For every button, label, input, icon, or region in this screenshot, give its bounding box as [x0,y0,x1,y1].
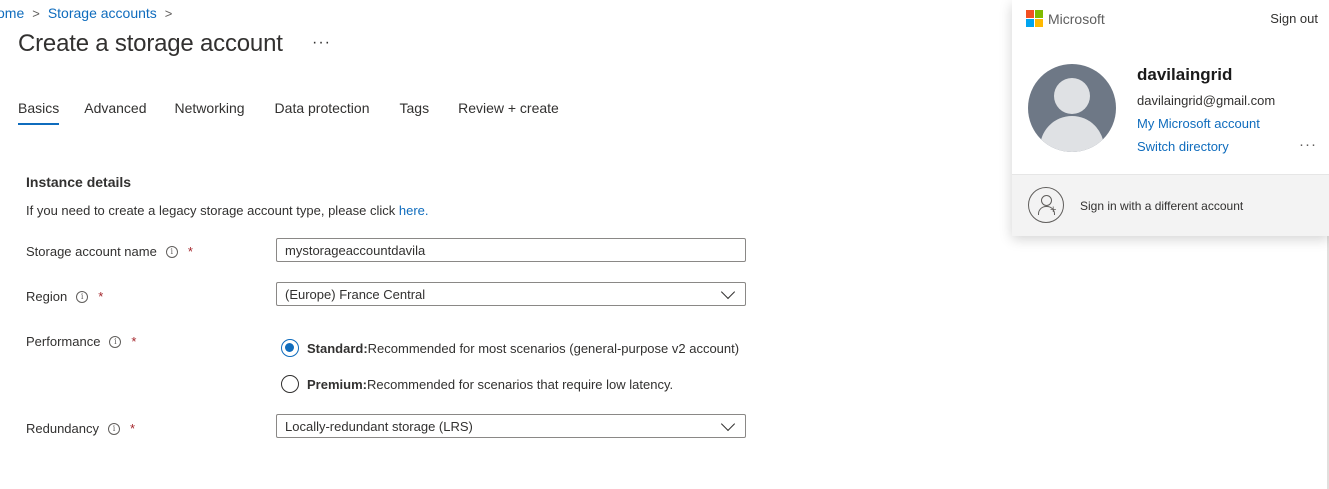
required-mark: * [187,244,193,259]
info-icon[interactable]: i [165,245,178,258]
redundancy-label-text: Redundancy [26,421,99,436]
breadcrumb: ome > Storage accounts > [0,5,180,21]
logo-square-yellow [1035,19,1043,27]
more-options-button[interactable]: ··· [1299,136,1317,153]
avatar-body [1040,116,1104,152]
microsoft-logo-icon [1026,10,1043,27]
tab-advanced[interactable]: Advanced [84,100,146,124]
standard-title: Standard: [307,340,368,356]
premium-description: Recommended for scenarios that require l… [366,376,674,392]
page-title: Create a storage account [18,30,283,57]
redundancy-select[interactable]: Locally-redundant storage (LRS) [276,414,746,438]
switch-directory-link[interactable]: Switch directory [1137,139,1229,154]
region-label: Region i * [26,289,103,304]
info-icon[interactable]: i [76,290,89,303]
tab-networking[interactable]: Networking [175,100,245,124]
logo-square-red [1026,10,1034,18]
standard-description: Recommended for most scenarios (general-… [367,340,740,356]
performance-standard-option[interactable]: Standard: Recommended for most scenarios… [281,339,739,357]
user-email: davilaingrid@gmail.com [1137,93,1276,108]
chevron-right-icon: > [164,6,173,21]
tab-review-create[interactable]: Review + create [458,100,559,124]
region-value: (Europe) France Central [285,286,426,302]
section-title: Instance details [26,174,132,190]
region-select[interactable]: (Europe) France Central [276,282,746,306]
breadcrumb-storage-accounts[interactable]: Storage accounts [48,5,157,21]
required-mark: * [98,289,104,304]
add-person-icon: + [1028,187,1064,223]
storage-name-label-text: Storage account name [26,244,157,259]
performance-premium-option[interactable]: Premium: Recommended for scenarios that … [281,375,673,393]
tab-data-protection[interactable]: Data protection [275,100,370,124]
more-actions-button[interactable]: ··· [312,34,331,52]
sign-out-link[interactable]: Sign out [1270,11,1318,26]
different-account-text: Sign in with a different account [1080,199,1244,213]
tab-bar: Basics Advanced Networking Data protecti… [18,100,559,125]
required-mark: * [130,421,136,436]
logo-square-green [1035,10,1043,18]
info-icon[interactable]: i [108,422,120,435]
performance-label-text: Performance [26,334,101,349]
performance-label: Performance i * [26,334,136,349]
user-name: davilaingrid [1137,65,1233,84]
storage-name-input[interactable]: mystorageaccountdavila [276,238,746,262]
redundancy-value: Locally-redundant storage (LRS) [285,418,473,434]
chevron-right-icon: > [32,6,40,21]
tab-basics[interactable]: Basics [18,100,60,125]
storage-name-label: Storage account name i * [26,244,193,259]
required-mark: * [131,334,137,349]
logo-square-blue [1026,19,1034,27]
different-account-row[interactable]: + Sign in with a different account [1012,174,1329,236]
tab-tags[interactable]: Tags [400,100,430,124]
chevron-down-icon [720,416,736,431]
redundancy-label: Redundancy i * [26,421,135,436]
account-flyout: Microsoft Sign out davilaingrid davilain… [1012,0,1329,236]
avatar[interactable] [1028,64,1116,152]
storage-name-value: mystorageaccountdavila [285,242,426,258]
radio-standard[interactable] [281,339,299,357]
premium-title: Premium: [307,376,367,392]
info-icon[interactable]: i [109,335,122,348]
microsoft-brand-text: Microsoft [1048,10,1105,27]
my-microsoft-account-link[interactable]: My Microsoft account [1137,116,1260,131]
avatar-head [1054,78,1090,114]
radio-premium[interactable] [281,375,299,393]
breadcrumb-home[interactable]: ome [0,5,24,21]
plus-icon: + [1050,204,1057,216]
section-note: If you need to create a legacy storage a… [26,203,429,218]
region-label-text: Region [26,289,68,304]
legacy-here-link[interactable]: here. [399,203,429,218]
microsoft-logo: Microsoft [1026,10,1105,27]
section-note-text: If you need to create a legacy storage a… [26,203,399,218]
chevron-down-icon [720,284,736,299]
